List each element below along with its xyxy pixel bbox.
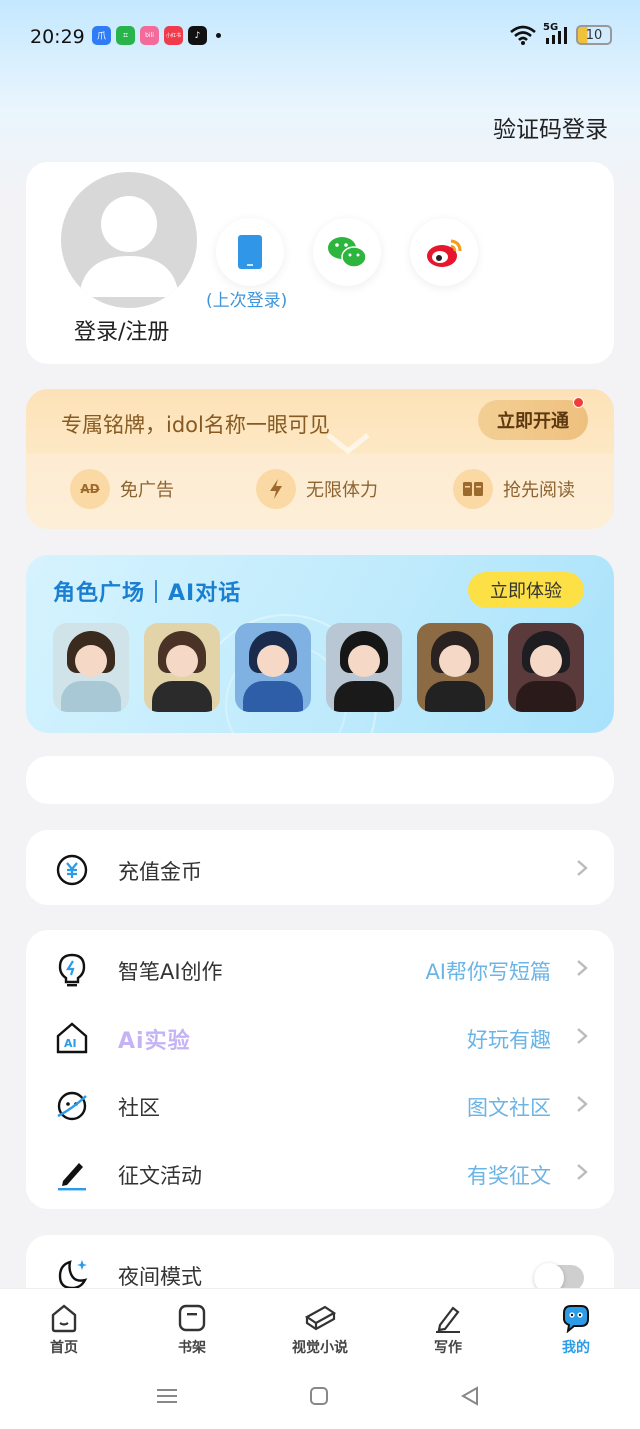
empty-banner-card bbox=[26, 756, 614, 804]
vip-badge-dot bbox=[573, 397, 584, 408]
profile-card: 登录/注册 (上次登录) bbox=[26, 162, 614, 364]
lightning-icon bbox=[256, 469, 296, 509]
vip-card[interactable]: 专属铭牌，idol名称一眼可见 立即开通 AD 免广告 无限体力 抢先阅读 bbox=[26, 389, 614, 529]
menu-item-essay-contest[interactable]: 征文活动 有奖征文 bbox=[26, 1138, 614, 1206]
role-avatar[interactable] bbox=[508, 623, 584, 712]
bottom-tab-bar: 首页 书架 视觉小说 写作 我的 bbox=[0, 1288, 640, 1429]
tab-label: 我的 bbox=[562, 1340, 590, 1356]
tab-write[interactable]: 写作 bbox=[398, 1303, 498, 1357]
tab-label: 视觉小说 bbox=[292, 1340, 348, 1356]
chevron-right-icon bbox=[577, 1096, 588, 1112]
tab-label: 写作 bbox=[434, 1340, 462, 1356]
back-icon[interactable] bbox=[460, 1386, 480, 1406]
role-avatar[interactable] bbox=[235, 623, 311, 712]
avatar-placeholder-icon bbox=[79, 196, 179, 297]
perk-label: 抢先阅读 bbox=[503, 480, 575, 501]
tab-label: 首页 bbox=[50, 1340, 78, 1356]
perk-unlimited-stamina: 无限体力 bbox=[256, 469, 378, 509]
pen-icon bbox=[54, 1156, 90, 1192]
tab-visual-novel[interactable]: 视觉小说 bbox=[270, 1303, 370, 1357]
status-app-icons: 爪 ⌗ bili 小红书 ♪ bbox=[92, 26, 221, 45]
mine-icon bbox=[563, 1305, 589, 1333]
app-store-icon: ⌗ bbox=[116, 26, 135, 45]
menu-label: 充值金币 bbox=[118, 860, 202, 884]
menu-item-recharge[interactable]: 充值金币 bbox=[26, 834, 614, 902]
menu-value: 有奖征文 bbox=[467, 1164, 551, 1188]
ai-lab-logo-text: Ai实验 bbox=[118, 1029, 191, 1054]
svg-text:AI: AI bbox=[64, 1037, 77, 1050]
bilibili-app-icon: bili bbox=[140, 26, 159, 45]
role-square-title: 角色广场｜AI对话 bbox=[53, 581, 242, 606]
baidu-app-icon: 爪 bbox=[92, 26, 111, 45]
status-bar: 20:29 爪 ⌗ bili 小红书 ♪ 5G 10 bbox=[0, 0, 640, 74]
menu-label: 社区 bbox=[118, 1096, 160, 1120]
menu-label: 智笔AI创作 bbox=[118, 960, 223, 984]
phone-icon bbox=[238, 235, 262, 269]
perk-label: 无限体力 bbox=[306, 480, 378, 501]
tab-label: 书架 bbox=[178, 1340, 206, 1356]
last-login-hint: (上次登录) bbox=[206, 291, 288, 311]
tab-bookshelf[interactable]: 书架 bbox=[142, 1303, 242, 1357]
bookshelf-icon bbox=[178, 1304, 206, 1332]
home-key-icon[interactable] bbox=[309, 1386, 329, 1406]
write-icon bbox=[436, 1306, 460, 1333]
status-right: 5G 10 bbox=[510, 22, 612, 46]
menu-item-ai-lab[interactable]: AI Ai实验 好玩有趣 bbox=[26, 1002, 614, 1070]
notification-dot-icon bbox=[216, 33, 221, 38]
tab-home[interactable]: 首页 bbox=[14, 1303, 114, 1357]
lightbulb-icon bbox=[54, 952, 90, 988]
menu-value: AI帮你写短篇 bbox=[425, 960, 551, 984]
planet-icon bbox=[54, 1088, 90, 1124]
wechat-icon bbox=[328, 237, 367, 268]
perk-no-ads: AD 免广告 bbox=[70, 469, 174, 509]
vip-chevron-decoration-icon bbox=[326, 433, 370, 455]
role-avatar[interactable] bbox=[53, 623, 129, 712]
no-ads-icon: AD bbox=[70, 469, 110, 509]
menu-label: 征文活动 bbox=[118, 1164, 202, 1188]
wifi-icon bbox=[510, 25, 536, 45]
cellular-signal-icon: 5G bbox=[543, 22, 569, 46]
default-avatar[interactable] bbox=[61, 172, 197, 308]
perk-label: 免广告 bbox=[120, 480, 174, 501]
tiktok-app-icon: ♪ bbox=[188, 26, 207, 45]
menu-value: 好玩有趣 bbox=[467, 1028, 551, 1052]
try-now-button[interactable]: 立即体验 bbox=[468, 572, 584, 608]
weibo-icon bbox=[427, 239, 462, 267]
feature-menu-card: 智笔AI创作 AI帮你写短篇 AI Ai实验 好玩有趣 社区 图文社区 征文活动… bbox=[26, 930, 614, 1209]
weibo-login-button[interactable] bbox=[410, 218, 478, 286]
menu-item-community[interactable]: 社区 图文社区 bbox=[26, 1070, 614, 1138]
ai-house-icon: AI bbox=[54, 1020, 90, 1056]
status-time: 20:29 bbox=[30, 26, 85, 48]
wechat-login-button[interactable] bbox=[313, 218, 381, 286]
role-avatar[interactable] bbox=[326, 623, 402, 712]
role-square-card[interactable]: 角色广场｜AI对话 立即体验 bbox=[26, 555, 614, 733]
role-avatar[interactable] bbox=[417, 623, 493, 712]
battery-icon: 10 bbox=[576, 25, 612, 45]
chevron-right-icon bbox=[577, 1164, 588, 1180]
tab-mine[interactable]: 我的 bbox=[526, 1303, 626, 1357]
coin-yen-icon bbox=[54, 852, 90, 888]
vip-open-button[interactable]: 立即开通 bbox=[478, 400, 588, 440]
role-avatar[interactable] bbox=[144, 623, 220, 712]
vip-title: 专属铭牌，idol名称一眼可见 bbox=[61, 413, 330, 437]
perk-early-reading: 抢先阅读 bbox=[453, 469, 575, 509]
battery-level: 10 bbox=[585, 27, 603, 43]
chevron-right-icon bbox=[577, 960, 588, 976]
phone-login-button[interactable] bbox=[216, 218, 284, 286]
xiaohongshu-app-icon: 小红书 bbox=[164, 26, 183, 45]
menu-value: 图文社区 bbox=[467, 1096, 551, 1120]
chevron-right-icon bbox=[577, 1028, 588, 1044]
visual-novel-icon bbox=[304, 1305, 337, 1331]
code-login-link[interactable]: 验证码登录 bbox=[493, 110, 608, 144]
login-register-link[interactable]: 登录/注册 bbox=[74, 314, 169, 346]
home-icon bbox=[51, 1304, 77, 1333]
menu-label: 夜间模式 bbox=[118, 1265, 202, 1289]
recent-apps-icon[interactable] bbox=[156, 1386, 178, 1406]
recharge-card[interactable]: 充值金币 bbox=[26, 830, 614, 905]
book-icon bbox=[453, 469, 493, 509]
menu-item-ai-writing[interactable]: 智笔AI创作 AI帮你写短篇 bbox=[26, 934, 614, 1002]
role-avatar-list bbox=[53, 623, 584, 712]
chevron-right-icon bbox=[577, 860, 588, 876]
